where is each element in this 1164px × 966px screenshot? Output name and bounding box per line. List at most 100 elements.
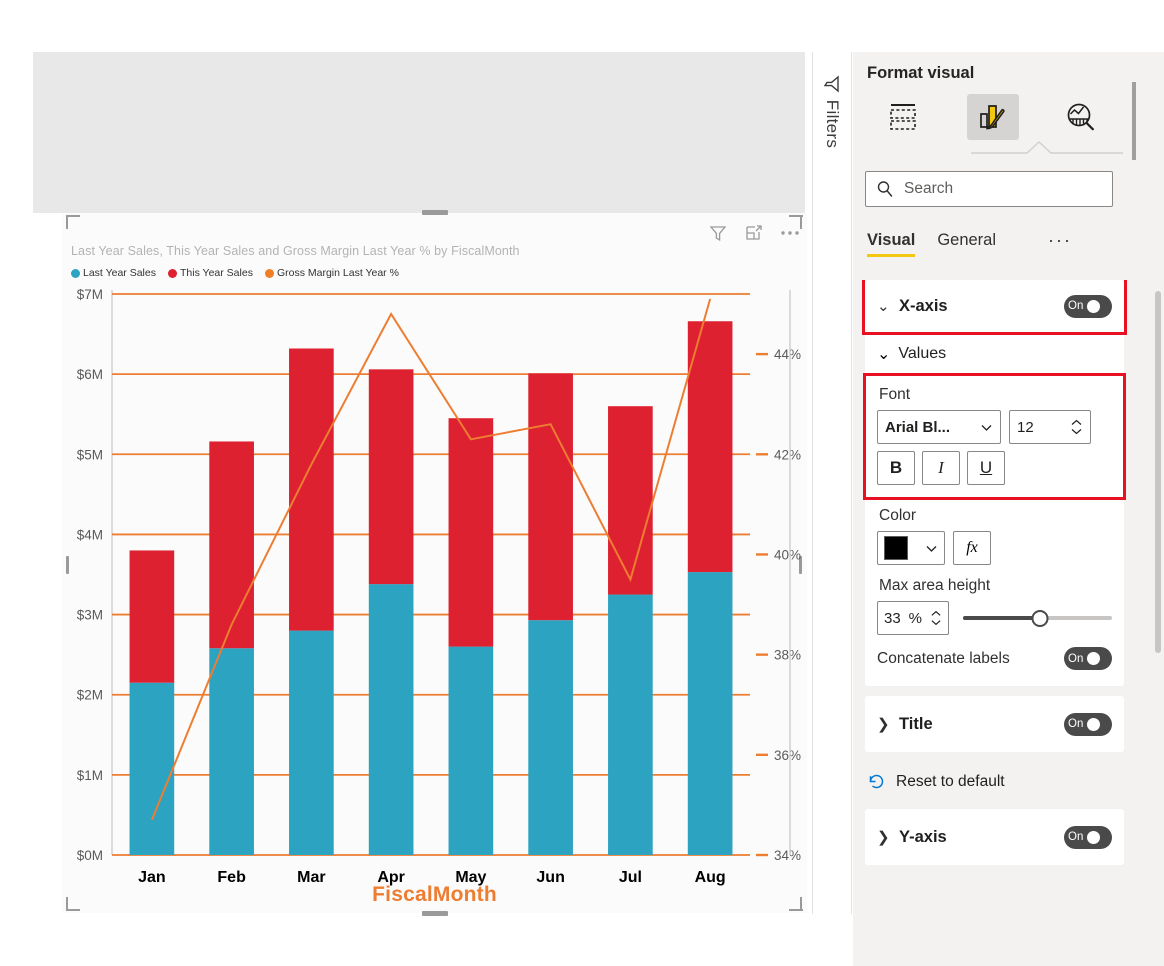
max-area-height-slider[interactable] <box>963 608 1112 628</box>
reset-to-default-button[interactable]: Reset to default <box>853 762 1136 801</box>
chevron-down-icon <box>980 421 993 434</box>
bar-last-year-Jun <box>528 620 573 855</box>
concatenate-labels-label: Concatenate labels <box>877 650 1010 668</box>
italic-label: I <box>938 458 944 478</box>
max-area-height-stepper[interactable]: 33 % <box>877 601 949 635</box>
chart-legend: Last Year Sales This Year Sales Gross Ma… <box>71 267 399 279</box>
pane-title: Format visual <box>867 64 974 83</box>
reset-to-default-label: Reset to default <box>896 773 1005 791</box>
title-toggle[interactable]: On <box>1064 713 1112 736</box>
chevron-down-icon <box>930 619 942 626</box>
bar-this-year-Aug <box>688 321 733 572</box>
legend-item-1[interactable]: This Year Sales <box>168 267 253 279</box>
search-input[interactable] <box>902 179 1102 199</box>
underline-button[interactable]: U <box>967 451 1005 485</box>
bar-this-year-Jun <box>528 373 573 620</box>
font-size-value: 12 <box>1017 419 1034 436</box>
stepper-arrows[interactable] <box>1070 419 1083 435</box>
y-axis-tick-7: $7M <box>77 287 103 302</box>
font-style-buttons: B I U <box>877 451 1112 485</box>
values-label: Values <box>898 345 946 363</box>
bold-button[interactable]: B <box>877 451 915 485</box>
color-swatch <box>884 536 908 560</box>
y-axis-tick-0: $0M <box>77 848 103 863</box>
sub-tab-general[interactable]: General <box>937 231 996 257</box>
sub-tab-visual[interactable]: Visual <box>867 231 915 257</box>
font-size-stepper[interactable]: 12 <box>1009 410 1091 444</box>
focus-mode-icon[interactable] <box>743 222 765 244</box>
secondary-y-axis-tick-0: 34% <box>774 848 801 863</box>
title-section-header[interactable]: ❯ Title On <box>865 696 1124 752</box>
x-axis-toggle[interactable]: On <box>1064 295 1112 318</box>
toggle-knob <box>1087 831 1100 844</box>
y-axis-tick-1: $1M <box>77 768 103 783</box>
secondary-y-axis-tick-1: 36% <box>774 748 801 763</box>
font-label: Font <box>877 386 1112 410</box>
chevron-up-icon <box>930 610 942 617</box>
active-tab-pointer <box>971 140 1123 154</box>
percent-unit: % <box>909 610 922 627</box>
stepper-arrows[interactable] <box>930 610 942 626</box>
font-family-value: Arial Bl... <box>885 419 950 436</box>
y-axis-toggle-label: On <box>1068 831 1083 843</box>
pane-scrollbar-thumb[interactable] <box>1155 291 1161 653</box>
y-axis-section-header[interactable]: ❯ Y-axis On <box>865 809 1124 865</box>
bar-last-year-Feb <box>209 648 254 855</box>
visual-header-toolbar[interactable] <box>707 222 801 244</box>
search-icon <box>876 180 894 198</box>
x-axis-label: X-axis <box>899 297 1056 316</box>
more-options-icon[interactable] <box>779 222 801 244</box>
legend-item-2[interactable]: Gross Margin Last Year % <box>265 267 399 279</box>
y-axis-tick-5: $5M <box>77 447 103 462</box>
y-axis-label: Y-axis <box>899 828 1056 847</box>
concatenate-labels-toggle[interactable]: On <box>1064 647 1112 670</box>
chart-title: Last Year Sales, This Year Sales and Gro… <box>71 244 520 258</box>
secondary-y-axis-tick-5: 44% <box>774 347 801 362</box>
secondary-y-axis-tick-3: 40% <box>774 547 801 562</box>
filter-icon[interactable] <box>822 74 842 94</box>
card-x-axis: ⌄ X-axis On ⌄ Values Font Ar <box>865 280 1124 686</box>
resize-handle-top-right-h[interactable] <box>789 215 803 217</box>
max-area-height-label: Max area height <box>877 577 1112 601</box>
font-settings-group: Font Arial Bl... 12 <box>866 376 1123 497</box>
window-scrollbar-thumb[interactable] <box>1132 82 1136 160</box>
search-box[interactable] <box>865 171 1113 207</box>
conditional-formatting-fx-button[interactable]: fx <box>953 531 991 565</box>
tab-analytics[interactable] <box>1055 94 1107 140</box>
pane-sub-tabs: Visual General ··· <box>867 230 1072 258</box>
filter-icon[interactable] <box>707 222 729 244</box>
legend-item-0[interactable]: Last Year Sales <box>71 267 156 279</box>
bar-this-year-Feb <box>209 441 254 648</box>
toggle-knob <box>1087 652 1100 665</box>
resize-handle-top-middle[interactable] <box>422 210 448 215</box>
x-axis-title-text: FiscalMonth <box>372 883 497 907</box>
x-axis-section-header[interactable]: ⌄ X-axis On <box>865 280 1124 332</box>
format-visual-pane: Format visual <box>853 52 1164 966</box>
legend-label-0: Last Year Sales <box>83 267 156 279</box>
slider-knob[interactable] <box>1032 610 1049 627</box>
chevron-down-icon: ⌄ <box>877 344 890 364</box>
filters-rail[interactable]: Filters <box>812 52 852 914</box>
chevron-up-icon <box>1070 419 1083 426</box>
chevron-down-icon <box>1070 428 1083 435</box>
values-subsection-header[interactable]: ⌄ Values <box>865 332 1124 376</box>
italic-button[interactable]: I <box>922 451 960 485</box>
tab-format-visual[interactable] <box>967 94 1019 140</box>
resize-handle-top-left-h[interactable] <box>66 215 80 217</box>
resize-handle-top-left[interactable] <box>66 215 68 229</box>
max-area-height-group: Max area height 33 % <box>865 565 1124 635</box>
legend-label-2: Gross Margin Last Year % <box>277 267 399 279</box>
tab-build-visual[interactable] <box>879 94 931 140</box>
title-toggle-label: On <box>1068 718 1083 730</box>
color-picker-button[interactable] <box>877 531 945 565</box>
x-axis-title: FiscalMonth <box>62 883 807 907</box>
chevron-down-icon <box>925 542 938 555</box>
font-family-select[interactable]: Arial Bl... <box>877 410 1001 444</box>
chart-visual-container[interactable]: Last Year Sales, This Year Sales and Gro… <box>62 213 807 913</box>
y-axis-toggle[interactable]: On <box>1064 826 1112 849</box>
bar-last-year-Aug <box>688 572 733 855</box>
sub-tab-more-options[interactable]: ··· <box>1048 230 1072 258</box>
bar-last-year-May <box>449 647 494 855</box>
chevron-down-icon: ⌄ <box>877 297 891 315</box>
chart-plot-area: $0M$1M$2M$3M$4M$5M$6M$7M34%36%38%40%42%4… <box>62 285 807 913</box>
